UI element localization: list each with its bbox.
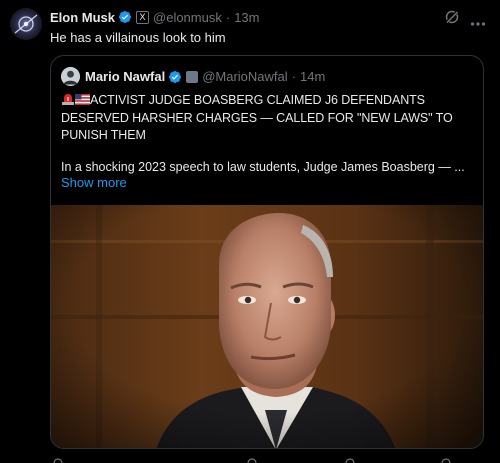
quoted-author-handle[interactable]: @MarioNawfal (202, 69, 287, 84)
grok-icon[interactable] (444, 9, 460, 25)
siren-icon (61, 93, 75, 110)
quoted-post-header: Mario Nawfal @MarioNawfal · 14m (85, 67, 325, 86)
affiliate-badge (186, 70, 199, 83)
quoted-author-avatar[interactable] (61, 67, 80, 86)
author-name[interactable]: Elon Musk (50, 10, 115, 25)
verified-badge-icon (118, 10, 132, 24)
separator-dot: · (291, 69, 296, 84)
photo-of-man-in-suit (51, 205, 483, 448)
author-handle[interactable]: @elonmusk (153, 10, 222, 25)
more-icon[interactable] (470, 14, 486, 26)
show-more-link[interactable]: Show more (61, 175, 127, 190)
quoted-post-timestamp[interactable]: 14m (300, 69, 325, 84)
quoted-post-headline: ACTIVIST JUDGE BOASBERG CLAIMED J6 DEFEN… (61, 92, 473, 144)
author-avatar[interactable] (10, 8, 42, 40)
us-flag-icon (75, 93, 90, 110)
post-header: Elon Musk X @elonmusk · 13m (50, 8, 260, 26)
action-bar-partial (53, 458, 451, 463)
quoted-post-headline-text: ACTIVIST JUDGE BOASBERG CLAIMED J6 DEFEN… (61, 93, 453, 142)
quoted-author-name[interactable]: Mario Nawfal (85, 69, 165, 84)
post-timestamp[interactable]: 13m (234, 10, 259, 25)
quoted-post[interactable]: Mario Nawfal @MarioNawfal · 14m ACTIVIST… (50, 55, 484, 449)
quoted-post-body: In a shocking 2023 speech to law student… (61, 160, 465, 174)
post[interactable]: Elon Musk X @elonmusk · 13m He has a vil… (0, 0, 500, 463)
quoted-post-media[interactable] (51, 205, 483, 448)
verified-badge-icon (168, 70, 182, 84)
affiliate-badge: X (136, 10, 150, 24)
separator-dot: · (225, 9, 231, 25)
post-text: He has a villainous look to him (50, 30, 226, 45)
